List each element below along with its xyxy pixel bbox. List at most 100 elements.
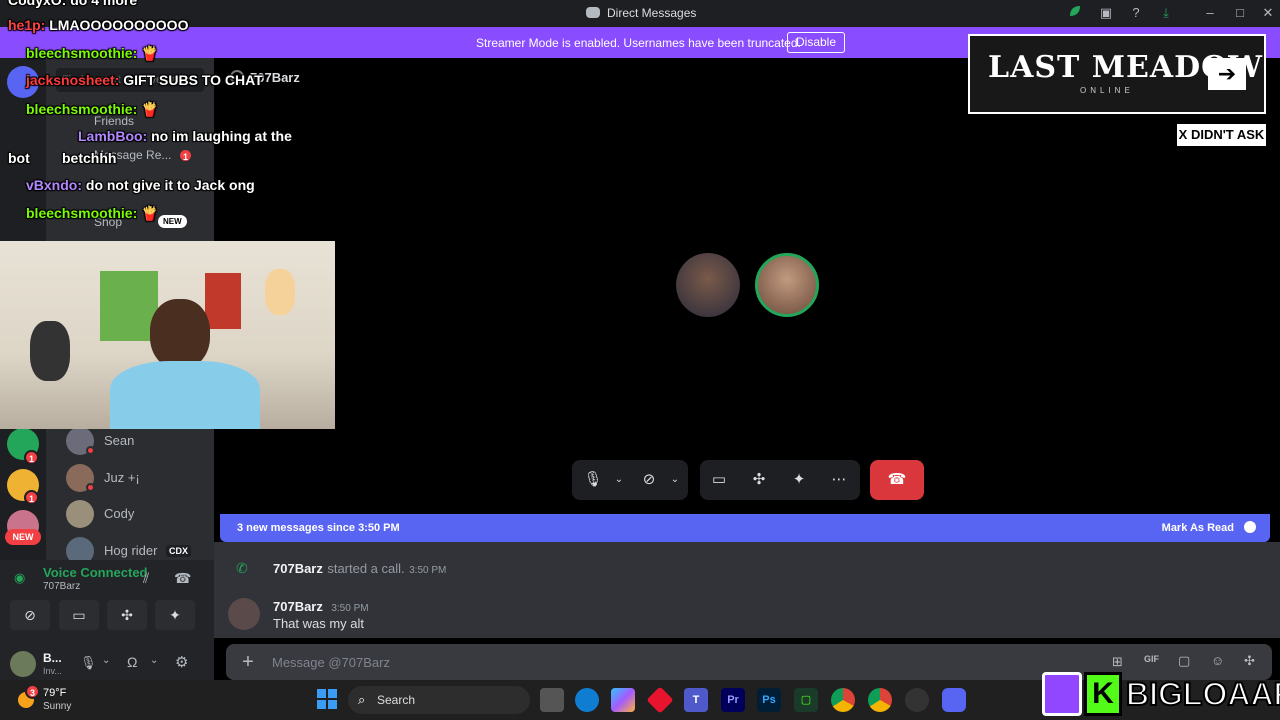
message-author[interactable]: 707Barz: [273, 599, 323, 614]
windows-start-icon[interactable]: [316, 688, 338, 710]
settings-gear-icon[interactable]: ⚙: [175, 653, 188, 671]
chat-line: bleechsmoothie: 🍟: [26, 101, 159, 118]
sticker-icon[interactable]: ▢: [1178, 653, 1190, 669]
microphone-icon[interactable]: 🎙︎: [80, 655, 97, 671]
weather-condition: Sunny: [43, 701, 72, 712]
system-message: 707Barz started a call. 3:50 PM: [273, 560, 446, 578]
maximize-button[interactable]: □: [1231, 4, 1249, 22]
screen-share-button[interactable]: ▭: [59, 600, 99, 630]
chevron-down-icon[interactable]: ⌄: [660, 465, 690, 495]
chat-line: LambBoo: no im laughing at the: [78, 128, 292, 144]
weather-badge: 3: [25, 684, 40, 699]
message-timestamp: 3:50 PM: [409, 565, 447, 576]
chat-user: bleechsmoothie:: [26, 45, 138, 61]
message-timestamp: 3:50 PM: [331, 603, 369, 614]
help-icon[interactable]: ?: [1127, 4, 1145, 22]
chat-line: he1p: LMAOOOOOOOOOO: [8, 17, 188, 33]
kick-icon[interactable]: ▢: [794, 688, 818, 712]
mark-read-icon[interactable]: [1244, 521, 1256, 533]
message-avatar[interactable]: [228, 598, 260, 630]
emoji-icon[interactable]: ☺: [1211, 653, 1224, 668]
chat-user: vBxndo:: [26, 177, 82, 193]
mark-as-read-button[interactable]: Mark As Read: [1162, 522, 1234, 534]
arrow-right-icon: ➔: [1208, 58, 1246, 90]
chrome-icon[interactable]: [831, 688, 855, 712]
end-call-button[interactable]: ☎: [870, 460, 924, 500]
obs-icon[interactable]: [905, 688, 929, 712]
screen-share-icon[interactable]: ▭: [704, 465, 734, 495]
noise-suppression-icon[interactable]: ⫽: [143, 570, 149, 587]
call-participant-avatar-speaking[interactable]: [755, 253, 819, 317]
camera-off-button[interactable]: ⊘: [10, 600, 50, 630]
disconnect-icon[interactable]: ☎: [174, 570, 191, 587]
user-avatar[interactable]: [10, 651, 36, 677]
server-unread-badge: 1: [24, 490, 39, 505]
user-name: B...: [43, 651, 62, 665]
wall-poster: [205, 273, 241, 329]
discord-icon: [586, 7, 600, 18]
taskbar-search[interactable]: ⌕ Search: [348, 686, 530, 714]
photoshop-icon[interactable]: Ps: [757, 688, 781, 712]
close-button[interactable]: ✕: [1259, 4, 1277, 22]
search-placeholder: Search: [377, 693, 416, 707]
activities-button[interactable]: ✣: [107, 600, 147, 630]
nitro-leaf-icon[interactable]: [1066, 4, 1084, 22]
premiere-icon[interactable]: Pr: [721, 688, 745, 712]
new-messages-bar[interactable]: 3 new messages since 3:50 PM Mark As Rea…: [220, 514, 1270, 542]
last-meadow-banner: LAST MEADOW ONLINE ➔: [968, 34, 1266, 114]
activities-icon[interactable]: ✣: [744, 465, 774, 495]
soundboard-icon[interactable]: ✦: [784, 465, 814, 495]
minimize-button[interactable]: –: [1201, 4, 1219, 22]
chat-user: bleechsmoothie:: [26, 205, 138, 221]
chrome-icon[interactable]: [868, 688, 892, 712]
dm-list-item[interactable]: Sean: [60, 425, 210, 459]
inbox-icon[interactable]: ▣: [1097, 4, 1115, 22]
voice-connected-title[interactable]: Voice Connected: [43, 565, 148, 580]
gif-icon[interactable]: GIF: [1144, 654, 1159, 664]
dm-name: Cody: [104, 506, 135, 521]
add-attachment-icon[interactable]: +: [236, 650, 260, 674]
fan: [30, 321, 70, 381]
message-author[interactable]: 707Barz: [273, 561, 323, 576]
edge-icon[interactable]: [575, 688, 599, 712]
task-view-icon[interactable]: [540, 688, 564, 712]
teams-icon[interactable]: T: [684, 688, 708, 712]
dnd-status-icon: [86, 483, 95, 492]
app-icon[interactable]: [646, 686, 674, 714]
channel-name: BIGLOAAF: [1125, 675, 1280, 713]
new-server-badge: NEW: [5, 529, 41, 545]
message-input[interactable]: [272, 652, 872, 672]
headphones-icon[interactable]: Ω: [127, 654, 137, 670]
weather-temp[interactable]: 79°F: [43, 687, 66, 699]
chat-text: no im laughing at the: [151, 128, 292, 144]
dm-name: Sean: [104, 433, 135, 448]
channel-brand-overlay: K BIGLOAAF: [1040, 668, 1280, 720]
chat-text: betchhh: [62, 150, 117, 166]
chevron-down-icon[interactable]: ⌄: [604, 465, 634, 495]
phone-call-icon: ✆: [236, 560, 248, 576]
download-icon[interactable]: ⤓: [1157, 4, 1175, 22]
disable-streamer-mode-button[interactable]: Disable: [787, 32, 846, 53]
chevron-down-icon[interactable]: ⌄: [102, 655, 110, 666]
streamer-face: [150, 299, 210, 369]
clan-tag: CDX: [166, 545, 192, 557]
call-participant-avatar[interactable]: [676, 253, 740, 317]
copilot-icon[interactable]: [611, 688, 635, 712]
chat-text: LMAOOOOOOOOOO: [49, 17, 189, 33]
voice-channel-name[interactable]: 707Barz: [43, 581, 80, 592]
chat-line: jacksnosheet: GIFT SUBS TO CHAT: [26, 72, 263, 88]
call-stage: 707Barz 🎙︎ ⌄ ⊘ ⌄ ▭ ✣ ✦ ⋯ ☎: [214, 58, 1280, 514]
more-options-icon[interactable]: ⋯: [824, 465, 854, 495]
chat-area: ✆ 707Barz started a call. 3:50 PM 707Bar…: [214, 542, 1280, 638]
soundboard-button[interactable]: ✦: [155, 600, 195, 630]
chat-text: 🍟: [141, 45, 159, 61]
dm-list-item[interactable]: Juz +¡: [60, 462, 210, 496]
chat-user: bleechsmoothie:: [26, 101, 138, 117]
dm-list-item[interactable]: Cody: [60, 498, 210, 532]
system-action: started a call.: [327, 561, 405, 576]
chevron-down-icon[interactable]: ⌄: [150, 655, 158, 666]
discord-taskbar-icon[interactable]: [942, 688, 966, 712]
apps-icon[interactable]: ✣: [1244, 653, 1255, 669]
server-unread-badge: 1: [24, 450, 39, 465]
kick-icon: K: [1084, 672, 1122, 716]
